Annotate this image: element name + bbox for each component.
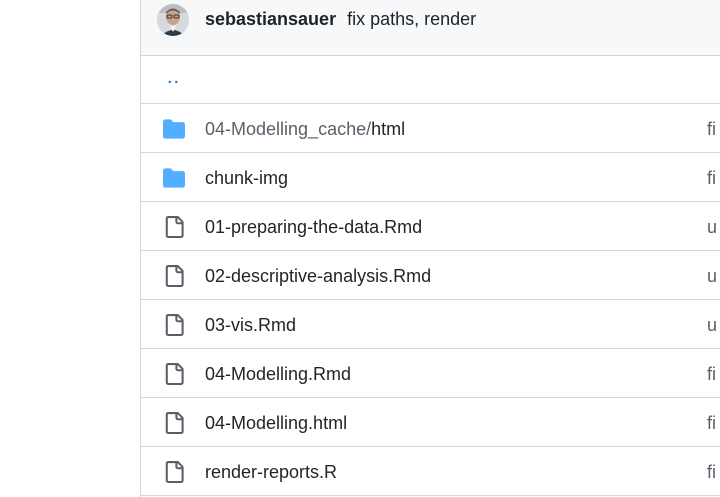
file-row[interactable]: 04-Modelling.Rmd fi — [141, 349, 720, 398]
file-row[interactable]: chunk-img fi — [141, 153, 720, 202]
file-list-box: sebastiansauer fix paths, render .. 04-M… — [140, 0, 720, 497]
file-name: chunk-img — [205, 168, 289, 188]
file-name-link[interactable]: 01-preparing-the-data.Rmd — [205, 216, 422, 238]
parent-directory-row[interactable]: .. — [141, 56, 720, 104]
last-commit-message-link[interactable]: u — [707, 265, 717, 287]
path-prefix: 04-Modelling_cache/ — [205, 119, 372, 139]
file-icon — [163, 314, 185, 336]
file-icon — [163, 412, 185, 434]
file-name: 04-Modelling.Rmd — [205, 364, 352, 384]
commit-author-link[interactable]: sebastiansauer — [205, 9, 336, 29]
latest-commit-bar: sebastiansauer fix paths, render — [141, 0, 720, 56]
repo-file-browser: sebastiansauer fix paths, render .. 04-M… — [0, 0, 720, 497]
file-name: 04-Modelling.html — [205, 413, 348, 433]
file-name-link[interactable]: 04-Modelling.Rmd — [205, 363, 351, 385]
file-name-link[interactable]: 04-Modelling_cache/html — [205, 118, 405, 140]
file-row[interactable]: render-reports.R fi — [141, 447, 720, 496]
file-name: 01-preparing-the-data.Rmd — [205, 217, 423, 237]
file-name: render-reports.R — [205, 462, 338, 482]
file-name-link[interactable]: 04-Modelling.html — [205, 412, 347, 434]
file-row[interactable]: 02-descriptive-analysis.Rmd u — [141, 251, 720, 300]
commit-message-link[interactable]: fix paths, render — [347, 9, 476, 29]
commit-summary: sebastiansauer fix paths, render — [205, 9, 476, 29]
last-commit-message-link[interactable]: u — [707, 314, 717, 336]
last-commit-message-link[interactable]: fi — [707, 118, 716, 140]
last-commit-message-link[interactable]: u — [707, 216, 717, 238]
file-row[interactable]: 04-Modelling.html fi — [141, 398, 720, 447]
avatar[interactable] — [157, 4, 189, 36]
file-icon — [163, 265, 185, 287]
file-name-link[interactable]: 03-vis.Rmd — [205, 314, 296, 336]
file-name: 03-vis.Rmd — [205, 315, 297, 335]
folder-icon — [163, 167, 185, 189]
avatar-image — [157, 4, 189, 36]
last-commit-message-link[interactable]: fi — [707, 363, 716, 385]
file-icon — [163, 363, 185, 385]
file-icon — [163, 216, 185, 238]
file-row[interactable]: 01-preparing-the-data.Rmd u — [141, 202, 720, 251]
last-commit-message-link[interactable]: fi — [707, 167, 716, 189]
file-row[interactable]: 03-vis.Rmd u — [141, 300, 720, 349]
file-name-link[interactable]: 02-descriptive-analysis.Rmd — [205, 265, 431, 287]
folder-icon — [163, 118, 185, 140]
file-name-link[interactable]: render-reports.R — [205, 461, 337, 483]
file-name: 02-descriptive-analysis.Rmd — [205, 266, 432, 286]
file-name-link[interactable]: chunk-img — [205, 167, 288, 189]
file-name: html — [371, 119, 406, 139]
parent-directory-link[interactable]: .. — [167, 66, 180, 89]
file-row[interactable]: 04-Modelling_cache/html fi — [141, 104, 720, 153]
last-commit-message-link[interactable]: fi — [707, 461, 716, 483]
last-commit-message-link[interactable]: fi — [707, 412, 716, 434]
file-icon — [163, 461, 185, 483]
